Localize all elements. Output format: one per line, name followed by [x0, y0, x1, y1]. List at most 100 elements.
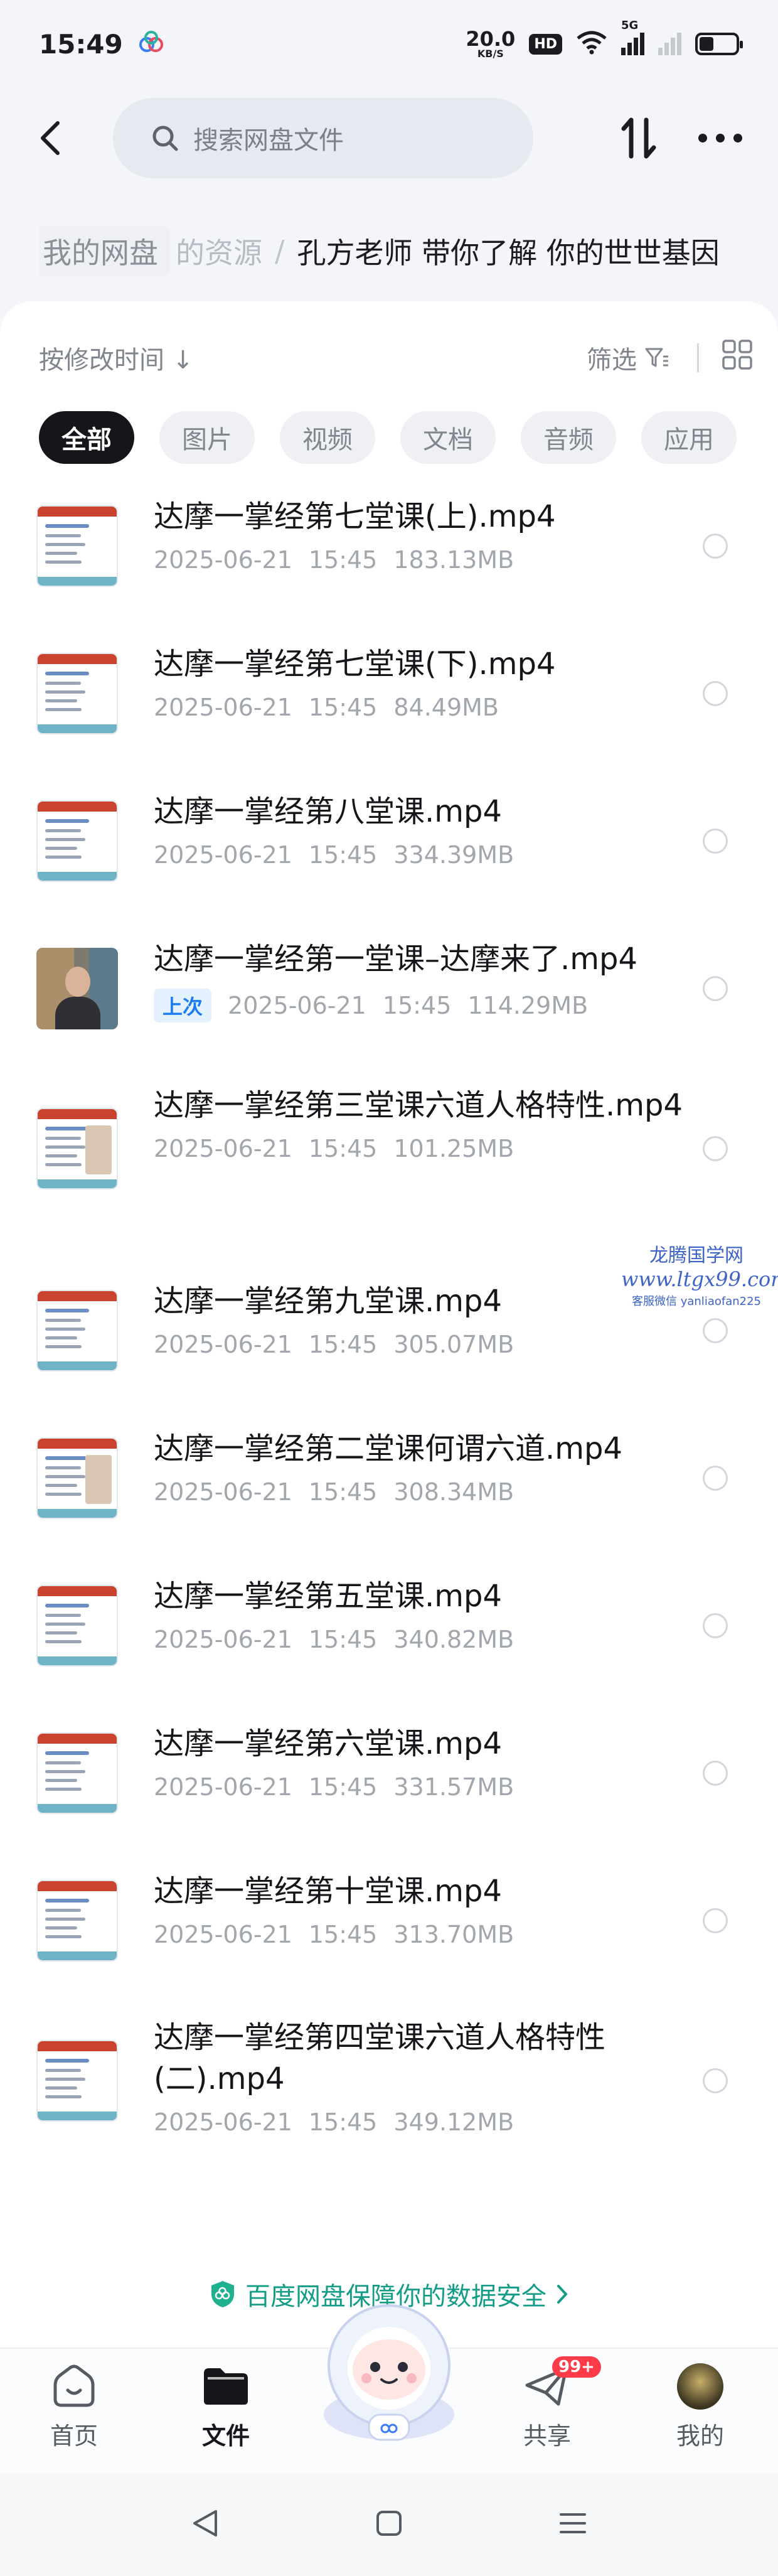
file-meta: 2025-06-21 15:45 331.57MB — [154, 1773, 703, 1801]
file-row[interactable]: 达摩一掌经第八堂课.mp4 2025-06-21 15:45 334.39MB — [0, 778, 778, 904]
file-size: 183.13MB — [393, 546, 514, 574]
nav-files[interactable]: 文件 — [176, 2361, 276, 2451]
triangle-back-icon — [193, 2510, 217, 2536]
file-time: 15:45 — [308, 546, 378, 574]
file-date: 2025-06-21 — [154, 1626, 292, 1653]
file-info: 达摩一掌经第九堂课.mp4 2025-06-21 15:45 305.07MB — [154, 1280, 703, 1358]
nav-mine[interactable]: 我的 — [650, 2361, 750, 2451]
battery-fill — [700, 37, 714, 51]
select-radio[interactable] — [703, 534, 728, 559]
system-home-button[interactable] — [375, 2509, 403, 2540]
file-name: 达摩一掌经第七堂课(上).mp4 — [154, 499, 556, 534]
select-radio[interactable] — [703, 829, 728, 854]
file-row[interactable]: 达摩一掌经第二堂课何谓六道.mp4 2025-06-21 15:45 308.34MB — [0, 1415, 778, 1541]
file-size: 313.70MB — [393, 1921, 514, 1948]
file-size: 101.25MB — [393, 1135, 514, 1162]
net-speed-unit: KB/S — [477, 48, 504, 60]
file-row[interactable]: 达摩一掌经第七堂课(上).mp4 2025-06-21 15:45 183.13MB — [0, 483, 778, 609]
file-time: 15:45 — [308, 841, 378, 869]
file-row[interactable]: 达摩一掌经第四堂课六道人格特性(二).mp4 2025-06-21 15:45 349… — [0, 2005, 778, 2181]
select-radio[interactable] — [703, 1761, 728, 1786]
video-thumbnail-slide — [36, 1290, 118, 1371]
baidu-cloud-status-icon — [138, 29, 164, 60]
select-radio[interactable] — [703, 1908, 728, 1933]
video-thumbnail-slide — [36, 1880, 118, 1962]
more-button[interactable] — [695, 113, 745, 163]
signal-sim2-icon — [658, 33, 681, 55]
chip-videos[interactable]: 视频 — [280, 411, 375, 464]
system-recents-button[interactable] — [558, 2511, 587, 2538]
filter-button[interactable]: 筛选 — [587, 340, 669, 376]
search-placeholder: 搜索网盘文件 — [193, 126, 344, 155]
file-date: 2025-06-21 — [228, 992, 366, 1019]
select-radio[interactable] — [703, 1318, 728, 1343]
file-row[interactable]: 达摩一掌经第十堂课.mp4 2025-06-21 15:45 313.70MB — [0, 1858, 778, 1983]
bottom-nav: 首页 文件 99+ 共享 我的 — [0, 2304, 778, 2473]
select-radio[interactable] — [703, 1136, 728, 1161]
file-row[interactable]: 达摩一掌经第三堂课六道人格特性.mp4 2025-06-21 15:45 101.25… — [0, 1073, 778, 1249]
search-icon — [152, 126, 178, 151]
more-dots-icon — [698, 134, 742, 142]
select-radio[interactable] — [703, 1613, 728, 1638]
select-radio[interactable] — [703, 681, 728, 706]
file-date: 2025-06-21 — [154, 1135, 292, 1162]
select-radio[interactable] — [703, 976, 728, 1001]
file-time: 15:45 — [308, 1773, 378, 1801]
top-bar: 搜索网盘文件 — [0, 94, 778, 182]
sort-button[interactable]: 按修改时间 ↓ — [39, 340, 193, 376]
nav-home[interactable]: 首页 — [24, 2361, 124, 2451]
home-icon — [49, 2361, 99, 2412]
chip-audio[interactable]: 音频 — [521, 411, 616, 464]
system-back-button[interactable] — [191, 2508, 220, 2541]
file-time: 15:45 — [308, 1331, 378, 1358]
avatar — [675, 2361, 725, 2412]
chip-all[interactable]: 全部 — [39, 411, 134, 464]
category-chips: 全部 图片 视频 文档 音频 应用 — [39, 411, 778, 464]
file-meta: 2025-06-21 15:45 101.25MB — [154, 1135, 703, 1162]
grid-view-button[interactable] — [722, 339, 753, 377]
breadcrumb-middle[interactable]: 的资源 — [176, 230, 262, 272]
file-row[interactable]: 达摩一掌经第五堂课.mp4 2025-06-21 15:45 340.82MB — [0, 1563, 778, 1688]
search-input[interactable]: 搜索网盘文件 — [113, 98, 533, 178]
mascot-button[interactable] — [309, 2289, 469, 2450]
file-row[interactable]: 达摩一掌经第六堂课.mp4 2025-06-21 15:45 331.57MB — [0, 1710, 778, 1836]
file-date: 2025-06-21 — [154, 841, 292, 869]
file-size: 334.39MB — [393, 841, 514, 869]
file-name: 达摩一掌经第九堂课.mp4 — [154, 1284, 503, 1319]
file-info: 达摩一掌经第二堂课何谓六道.mp4 2025-06-21 15:45 308.34MB — [154, 1428, 703, 1506]
sort-toggle-button[interactable] — [614, 113, 664, 163]
chevron-right-icon — [557, 2285, 568, 2304]
chip-apps[interactable]: 应用 — [641, 411, 737, 464]
file-name: 达摩一掌经第二堂课何谓六道.mp4 — [154, 1431, 623, 1466]
grid-view-icon — [722, 340, 752, 370]
file-name: 达摩一掌经第五堂课.mp4 — [154, 1579, 503, 1614]
file-info: 达摩一掌经第五堂课.mp4 2025-06-21 15:45 340.82MB — [154, 1575, 703, 1653]
video-thumbnail-slide — [36, 1437, 118, 1519]
video-thumbnail-slide — [36, 1108, 118, 1189]
chip-documents[interactable]: 文档 — [400, 411, 496, 464]
filter-label: 筛选 — [587, 346, 637, 375]
nav-share[interactable]: 99+ 共享 — [497, 2356, 601, 2451]
file-time: 15:45 — [308, 694, 378, 721]
back-button[interactable] — [25, 113, 75, 163]
breadcrumb-current: 孔方老师 带你了解 你的世世基因 — [297, 236, 720, 270]
breadcrumb-root[interactable]: 我的网盘 — [39, 225, 169, 277]
sort-arrows-icon — [621, 117, 656, 159]
select-radio[interactable] — [703, 1466, 728, 1491]
file-name: 达摩一掌经第八堂课.mp4 — [154, 794, 503, 829]
file-time: 15:45 — [382, 992, 452, 1019]
file-row[interactable]: 达摩一掌经第七堂课(下).mp4 2025-06-21 15:45 84.49MB — [0, 631, 778, 756]
file-row[interactable]: 达摩一掌经第一堂课–达摩来了.mp4 上次 2025-06-21 15:45 114.2… — [0, 926, 778, 1051]
file-time: 15:45 — [308, 1135, 378, 1162]
square-home-icon — [376, 2511, 402, 2536]
file-meta: 2025-06-21 15:45 305.07MB — [154, 1331, 703, 1358]
filter-icon — [645, 348, 668, 367]
file-date: 2025-06-21 — [154, 546, 292, 574]
net-speed-value: 20.0 — [466, 27, 516, 51]
chip-images[interactable]: 图片 — [159, 411, 255, 464]
wifi-icon — [576, 30, 607, 59]
file-info: 达摩一掌经第七堂课(上).mp4 2025-06-21 15:45 183.13MB — [154, 496, 703, 574]
file-meta: 2025-06-21 15:45 84.49MB — [154, 694, 703, 721]
file-info: 达摩一掌经第六堂课.mp4 2025-06-21 15:45 331.57MB — [154, 1723, 703, 1801]
select-radio[interactable] — [703, 2068, 728, 2093]
